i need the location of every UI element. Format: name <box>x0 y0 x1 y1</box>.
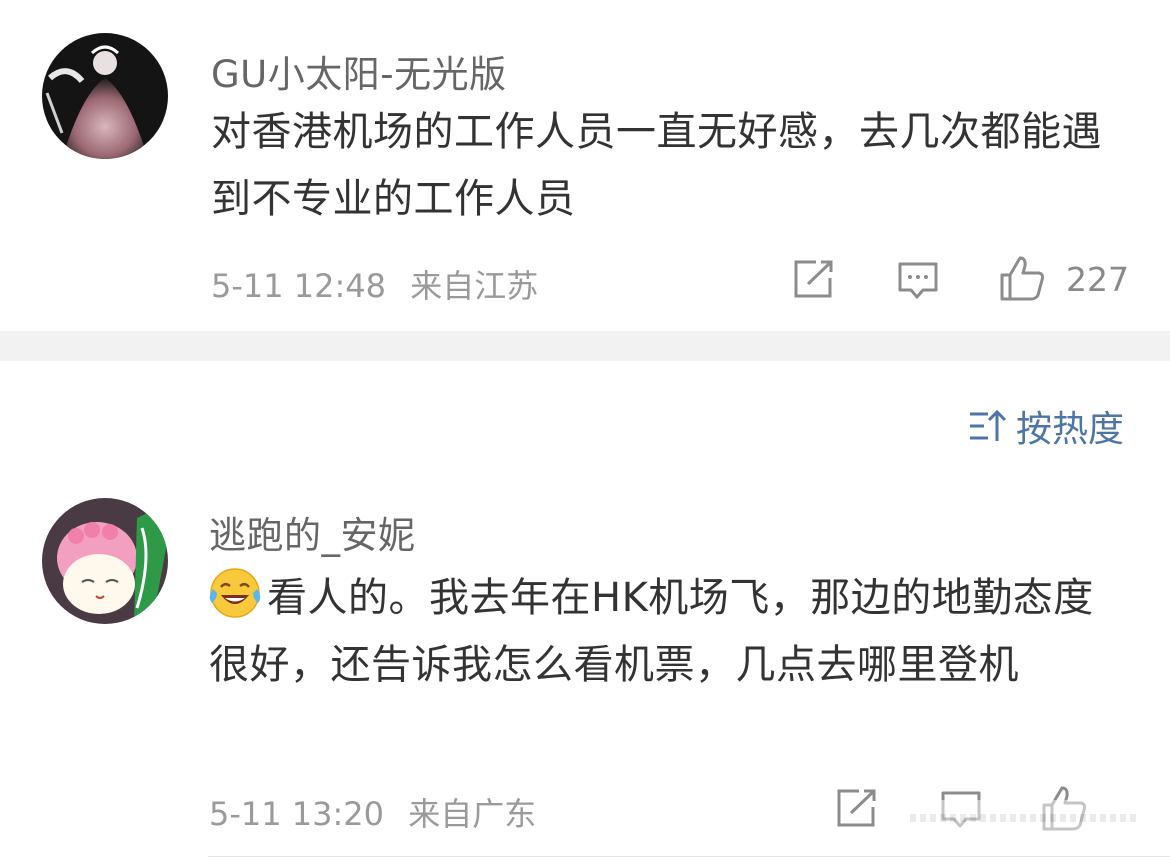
comment-text: 看人的。我去年在HK机场飞，那边的地勤态度很好，还告诉我怎么看机票，几点去哪里登… <box>209 565 1119 699</box>
comment-location: 来自广东 <box>408 795 537 833</box>
avatar[interactable] <box>42 498 168 624</box>
share-icon[interactable] <box>835 788 877 832</box>
comment-location: 来自江苏 <box>410 267 539 305</box>
section-divider <box>0 331 1170 361</box>
comment-text-body: 看人的。我去年在HK机场飞，那边的地勤态度很好，还告诉我怎么看机票，几点去哪里登… <box>209 575 1094 688</box>
sort-button[interactable]: 按热度 <box>968 404 1124 450</box>
sort-label: 按热度 <box>1015 409 1124 450</box>
comment-text: 对香港机场的工作人员一直无好感，去几次都能遇到不专业的工作人员 <box>211 109 1102 222</box>
comment-icon[interactable] <box>897 261 939 305</box>
laughing-tears-emoji-icon <box>209 567 261 619</box>
share-icon[interactable] <box>792 259 834 303</box>
sort-icon <box>969 409 1006 441</box>
username[interactable]: GU小太阳-无光版 <box>211 44 507 98</box>
avatar[interactable] <box>42 33 168 159</box>
comment-meta: 5-11 12:48 来自江苏 <box>211 261 538 307</box>
watermark-overlay <box>900 800 1150 836</box>
comment-meta: 5-11 13:20 来自广东 <box>209 789 536 835</box>
divider <box>208 856 1170 857</box>
comment-time: 5-11 13:20 <box>209 795 385 833</box>
thumbs-up-icon[interactable] <box>998 254 1046 306</box>
like-count: 227 <box>1066 260 1129 299</box>
comment-time: 5-11 12:48 <box>211 267 387 305</box>
username[interactable]: 逃跑的_安妮 <box>209 505 416 559</box>
